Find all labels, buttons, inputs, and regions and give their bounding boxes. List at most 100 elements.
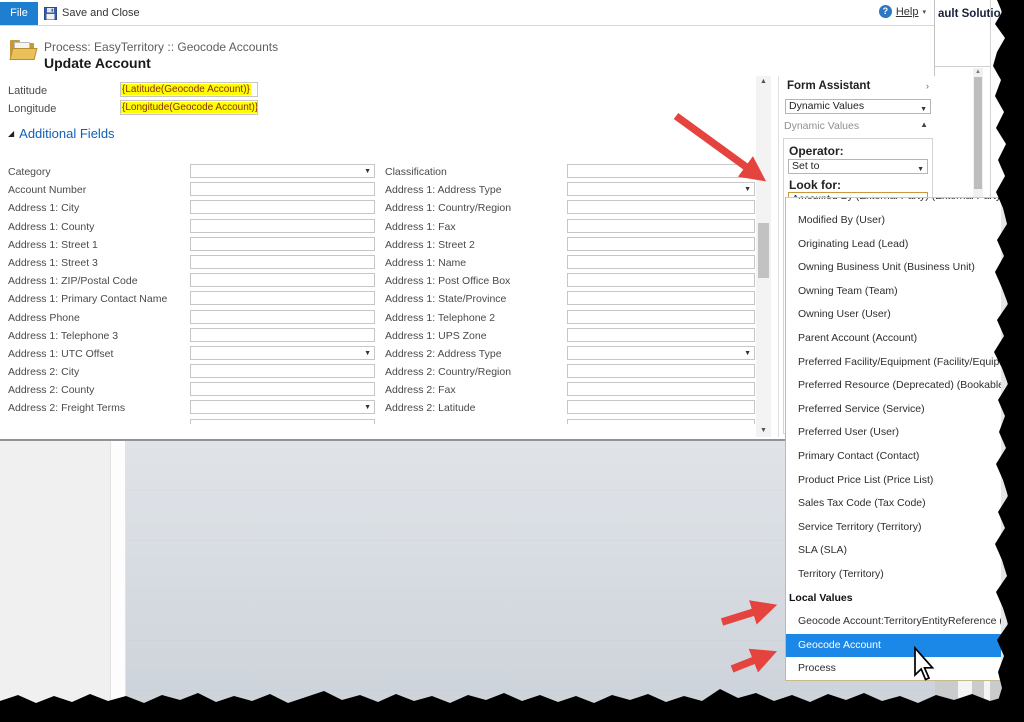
dropdown-item[interactable]: Owning Business Unit (Business Unit) — [786, 256, 1007, 280]
field-select[interactable]: ▼ — [567, 182, 755, 196]
field-label: Address 1: Street 1 — [8, 239, 98, 251]
field-input[interactable] — [567, 237, 755, 251]
process-folder-icon — [10, 40, 37, 62]
longitude-input[interactable]: {Longitude(Geocode Account)} — [120, 100, 258, 115]
field-label: Address 1: Street 2 — [385, 239, 475, 251]
operator-label: Operator: — [789, 144, 844, 158]
background-scrollbar[interactable]: ▲ — [973, 68, 983, 198]
scroll-up-icon[interactable]: ▲ — [973, 68, 983, 77]
dropdown-item[interactable]: Preferred Facility/Equipment (Facility/E… — [786, 351, 1007, 375]
dropdown-item[interactable]: Preferred User (User) — [786, 421, 1007, 445]
field-input[interactable] — [567, 291, 755, 305]
dropdown-item[interactable]: Product Price List (Price List) — [786, 469, 1007, 493]
field-label: Classification — [385, 166, 447, 178]
field-input[interactable] — [567, 219, 755, 233]
dropdown-scrollbar[interactable] — [1001, 198, 1007, 680]
dynamic-values-section-header[interactable]: Dynamic Values ▲ — [779, 118, 935, 135]
field-input[interactable] — [190, 273, 375, 287]
dropdown-item[interactable]: Owning Team (Team) — [786, 280, 1007, 304]
field-input[interactable] — [567, 310, 755, 324]
field-input[interactable] — [567, 273, 755, 287]
save-and-close-button[interactable]: Save and Close — [44, 4, 140, 22]
field-label: Address 1: Telephone 3 — [8, 330, 118, 342]
field-input[interactable] — [190, 255, 375, 269]
field-input[interactable] — [190, 182, 375, 196]
field-select[interactable]: ▼ — [190, 164, 375, 178]
dropdown-item[interactable]: Primary Contact (Contact) — [786, 445, 1007, 469]
field-input[interactable] — [567, 419, 755, 424]
field-input[interactable] — [567, 400, 755, 414]
save-and-close-label: Save and Close — [62, 7, 140, 19]
field-label: Address 2: City — [8, 366, 79, 378]
dropdown-arrow-icon: ▼ — [744, 350, 751, 358]
additional-fields-grid: Category▼Classification▼Account NumberAd… — [0, 163, 756, 424]
field-input[interactable] — [190, 219, 375, 233]
panel-collapse-icon[interactable]: › — [926, 81, 929, 91]
additional-fields-toggle[interactable]: ◢ Additional Fields — [8, 126, 115, 141]
field-label: Address 2: Freight Terms — [8, 402, 125, 414]
dropdown-item[interactable]: Parent Account (Account) — [786, 327, 1007, 351]
background-window-title: ault Solution — [938, 8, 1008, 20]
dropdown-item[interactable]: Preferred Service (Service) — [786, 398, 1007, 422]
field-input[interactable] — [567, 364, 755, 378]
operator-select[interactable]: Set to▼ — [788, 159, 928, 174]
dialog-scrollbar[interactable]: ▲ ▼ — [756, 76, 771, 437]
dropdown-item[interactable]: Modified By (External Party) (External P… — [786, 198, 1007, 209]
divider — [933, 66, 991, 67]
field-input[interactable] — [567, 382, 755, 396]
dropdown-item[interactable]: Originating Lead (Lead) — [786, 233, 1007, 257]
scrollbar-thumb[interactable] — [758, 223, 769, 278]
latitude-input[interactable]: {Latitude(Geocode Account)} — [120, 82, 258, 97]
additional-fields-label: Additional Fields — [19, 126, 114, 141]
dropdown-item[interactable]: Process — [786, 657, 1007, 681]
latitude-label: Latitude — [8, 85, 47, 97]
field-label: Address 1: County — [8, 221, 94, 233]
field-label: Address 1: Fax — [385, 221, 456, 233]
scroll-up-icon[interactable]: ▲ — [756, 76, 771, 88]
divider — [958, 680, 972, 722]
field-input[interactable] — [190, 419, 375, 424]
help-button[interactable]: ? Help ▾ — [879, 5, 926, 18]
field-label: Address 1: Country/Region — [385, 202, 511, 214]
dropdown-arrow-icon: ▼ — [364, 168, 371, 176]
dropdown-item[interactable]: SLA (SLA) — [786, 539, 1007, 563]
latitude-dynamic-value: {Latitude(Geocode Account)} — [121, 84, 251, 95]
field-select[interactable]: ▼ — [567, 346, 755, 360]
dropdown-item[interactable]: Owning User (User) — [786, 303, 1007, 327]
field-input[interactable] — [190, 328, 375, 342]
field-input[interactable] — [567, 328, 755, 342]
field-label: Address 1: Address Type — [385, 184, 502, 196]
dropdown-item[interactable]: Geocode Account:TerritoryEntityReference… — [786, 610, 1007, 634]
field-row: Address 2: CountyAddress 2: Fax — [0, 381, 756, 399]
file-tab[interactable]: File — [0, 2, 38, 25]
field-select[interactable]: ▼ — [567, 164, 755, 178]
dropdown-item[interactable]: Preferred Resource (Deprecated) (Bookabl… — [786, 374, 1007, 398]
field-label: Address 1: ZIP/Postal Code — [8, 275, 138, 287]
field-input[interactable] — [190, 310, 375, 324]
chevron-down-icon: ▾ — [922, 8, 926, 16]
field-input[interactable] — [567, 255, 755, 269]
scroll-down-icon[interactable]: ▼ — [756, 425, 771, 437]
field-select[interactable]: ▼ — [190, 400, 375, 414]
dropdown-arrow-icon: ▼ — [917, 163, 924, 176]
field-row-partial — [0, 418, 756, 424]
field-label: Address 1: City — [8, 202, 79, 214]
field-input[interactable] — [190, 382, 375, 396]
dropdown-item[interactable]: Modified By (User) — [786, 209, 1007, 233]
form-assistant-mode-select[interactable]: Dynamic Values▼ — [785, 99, 931, 114]
dropdown-arrow-icon: ▼ — [364, 350, 371, 358]
dropdown-item-selected[interactable]: Geocode Account — [786, 634, 1007, 658]
field-label: Address 1: State/Province — [385, 293, 506, 305]
field-input[interactable] — [190, 200, 375, 214]
field-input[interactable] — [567, 200, 755, 214]
field-input[interactable] — [190, 364, 375, 378]
longitude-dynamic-value: {Longitude(Geocode Account)} — [121, 102, 258, 113]
field-input[interactable] — [190, 291, 375, 305]
field-input[interactable] — [190, 237, 375, 251]
scrollbar-thumb[interactable] — [974, 77, 982, 189]
dropdown-item[interactable]: Service Territory (Territory) — [786, 516, 1007, 540]
dropdown-item[interactable]: Sales Tax Code (Tax Code) — [786, 492, 1007, 516]
field-row: Address 1: Primary Contact NameAddress 1… — [0, 290, 756, 308]
field-select[interactable]: ▼ — [190, 346, 375, 360]
dropdown-item[interactable]: Territory (Territory) — [786, 563, 1007, 587]
